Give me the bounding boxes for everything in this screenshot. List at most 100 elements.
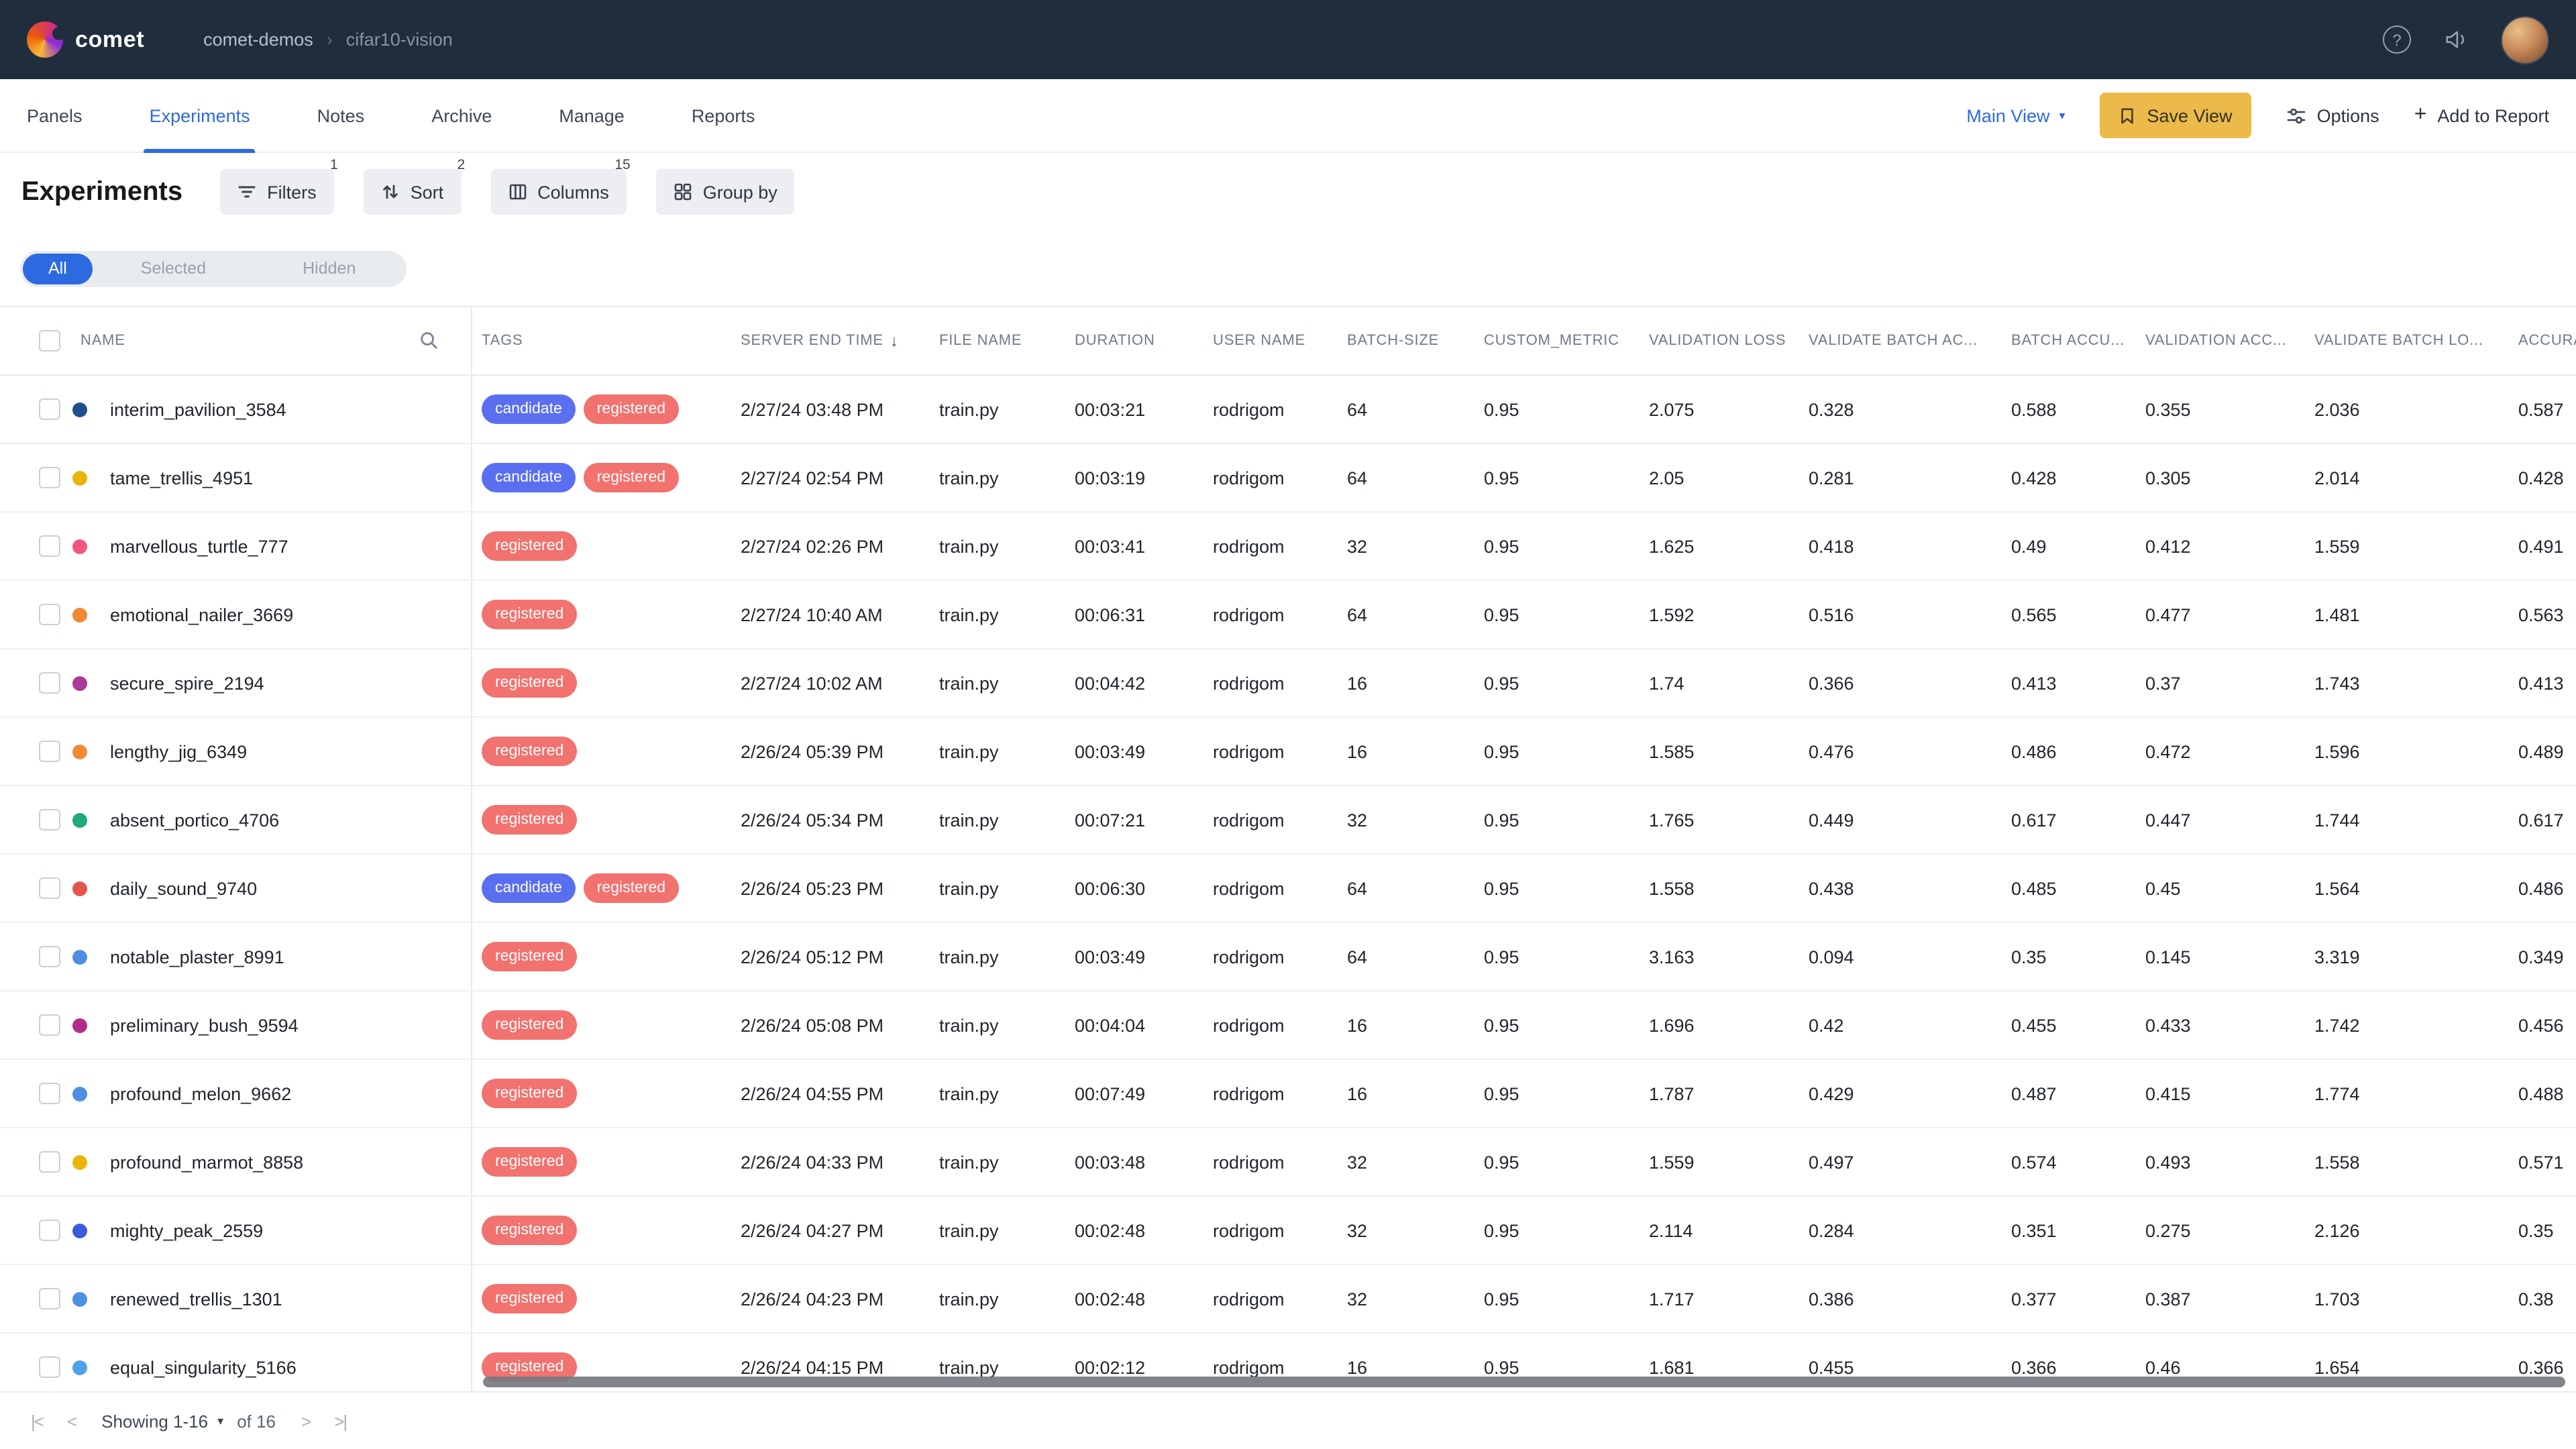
column-header-duration[interactable]: DURATION (1065, 307, 1203, 374)
tab-experiments[interactable]: Experiments (150, 78, 250, 152)
tab-archive[interactable]: Archive (431, 78, 492, 152)
tab-panels[interactable]: Panels (27, 78, 83, 152)
table-row[interactable]: lengthy_jig_6349 registered 2/26/24 05:3… (0, 718, 2576, 786)
experiment-name-link[interactable]: interim_pavilion_3584 (110, 399, 286, 419)
column-header-batch-accu[interactable]: BATCH ACCU... (2002, 307, 2136, 374)
search-icon[interactable] (419, 330, 439, 354)
column-header-batch-size[interactable]: BATCH-SIZE (1338, 307, 1474, 374)
tag-registered[interactable]: registered (482, 531, 577, 561)
column-header-file-name[interactable]: FILE NAME (930, 307, 1065, 374)
experiment-name-link[interactable]: mighty_peak_2559 (110, 1220, 263, 1240)
row-checkbox[interactable] (39, 877, 60, 899)
save-view-button[interactable]: Save View (2100, 93, 2251, 138)
row-checkbox[interactable] (39, 1220, 60, 1241)
experiment-name-link[interactable]: marvellous_turtle_777 (110, 536, 288, 556)
tag-registered[interactable]: registered (482, 668, 577, 698)
tag-registered[interactable]: registered (584, 463, 679, 492)
page-size-dropdown[interactable]: Showing 1-16 ▾ (101, 1411, 223, 1432)
tag-candidate[interactable]: candidate (482, 463, 576, 492)
tag-registered[interactable]: registered (482, 942, 577, 971)
table-row[interactable]: tame_trellis_4951 candidateregistered 2/… (0, 444, 2576, 513)
horizontal-scrollbar[interactable] (483, 1377, 2565, 1387)
select-all-checkbox[interactable] (39, 330, 60, 352)
table-row[interactable]: secure_spire_2194 registered 2/27/24 10:… (0, 649, 2576, 718)
tag-registered[interactable]: registered (482, 600, 577, 629)
experiment-name-link[interactable]: profound_marmot_8858 (110, 1152, 303, 1172)
experiment-name-link[interactable]: absent_portico_4706 (110, 810, 279, 830)
tag-registered[interactable]: registered (584, 873, 679, 903)
tag-registered[interactable]: registered (482, 737, 577, 766)
tab-notes[interactable]: Notes (317, 78, 365, 152)
table-row[interactable]: profound_marmot_8858 registered 2/26/24 … (0, 1128, 2576, 1197)
experiment-name-link[interactable]: lengthy_jig_6349 (110, 741, 247, 761)
row-checkbox[interactable] (39, 1356, 60, 1378)
tag-registered[interactable]: registered (482, 1284, 577, 1313)
tab-reports[interactable]: Reports (692, 78, 755, 152)
segment-all[interactable]: All (23, 253, 93, 284)
column-header-server-end-time[interactable]: SERVER END TIME ↓ (731, 307, 930, 374)
column-header-user-name[interactable]: USER NAME (1203, 307, 1338, 374)
row-checkbox[interactable] (39, 809, 60, 830)
table-row[interactable]: daily_sound_9740 candidateregistered 2/2… (0, 855, 2576, 923)
tag-registered[interactable]: registered (482, 1216, 577, 1245)
table-row[interactable]: marvellous_turtle_777 registered 2/27/24… (0, 513, 2576, 581)
table-row[interactable]: preliminary_bush_9594 registered 2/26/24… (0, 991, 2576, 1060)
experiment-name-link[interactable]: equal_singularity_5166 (110, 1357, 297, 1377)
experiment-name-link[interactable]: daily_sound_9740 (110, 878, 257, 898)
experiment-name-link[interactable]: tame_trellis_4951 (110, 468, 253, 488)
filters-button[interactable]: Filters 1 (220, 169, 334, 215)
tag-registered[interactable]: registered (584, 394, 679, 424)
row-checkbox[interactable] (39, 672, 60, 694)
columns-button[interactable]: Columns 15 (490, 169, 627, 215)
column-header-tags[interactable]: TAGS (472, 307, 731, 374)
tag-candidate[interactable]: candidate (482, 394, 576, 424)
row-checkbox[interactable] (39, 1151, 60, 1173)
breadcrumb-current[interactable]: cifar10-vision (346, 30, 453, 50)
breadcrumb-project[interactable]: comet-demos (203, 30, 313, 50)
tag-registered[interactable]: registered (482, 805, 577, 835)
user-avatar[interactable] (2501, 15, 2549, 64)
table-row[interactable]: renewed_trellis_1301 registered 2/26/24 … (0, 1265, 2576, 1334)
options-button[interactable]: Options (2286, 105, 2379, 125)
column-header-validation-acc[interactable]: VALIDATION ACC... (2136, 307, 2305, 374)
table-row[interactable]: notable_plaster_8991 registered 2/26/24 … (0, 923, 2576, 991)
announcements-icon[interactable] (2443, 28, 2469, 51)
experiment-name-link[interactable]: profound_melon_9662 (110, 1083, 291, 1104)
column-header-validation-loss[interactable]: VALIDATION LOSS (1640, 307, 1799, 374)
prev-page-button[interactable]: < (55, 1411, 88, 1432)
tag-registered[interactable]: registered (482, 1147, 577, 1177)
segment-selected[interactable]: Selected (93, 253, 254, 284)
row-checkbox[interactable] (39, 741, 60, 762)
tab-manage[interactable]: Manage (559, 78, 625, 152)
comet-logo[interactable]: comet (27, 21, 144, 58)
table-row[interactable]: interim_pavilion_3584 candidate registere… (0, 376, 2576, 444)
experiment-name-link[interactable]: emotional_nailer_3669 (110, 604, 293, 625)
tag-candidate[interactable]: candidate (482, 873, 576, 903)
row-checkbox[interactable] (39, 1014, 60, 1036)
table-row[interactable]: absent_portico_4706 registered 2/26/24 0… (0, 786, 2576, 855)
row-checkbox[interactable] (39, 467, 60, 488)
column-header-custom-metric[interactable]: CUSTOM_METRIC (1474, 307, 1640, 374)
table-row[interactable]: emotional_nailer_3669 registered 2/27/24… (0, 581, 2576, 649)
segment-hidden[interactable]: Hidden (254, 253, 404, 284)
column-header-accuracy[interactable]: ACCURA... (2509, 307, 2576, 374)
next-page-button[interactable]: > (289, 1411, 322, 1432)
main-view-dropdown[interactable]: Main View ▾ (1966, 105, 2065, 125)
add-to-report-button[interactable]: + Add to Report (2414, 105, 2549, 126)
column-header-validate-batch-lo[interactable]: VALIDATE BATCH LO... (2305, 307, 2509, 374)
help-icon[interactable]: ? (2383, 25, 2411, 54)
table-row[interactable]: mighty_peak_2559 registered 2/26/24 04:2… (0, 1197, 2576, 1265)
row-checkbox[interactable] (39, 604, 60, 625)
row-checkbox[interactable] (39, 398, 60, 420)
last-page-button[interactable]: >| (322, 1411, 358, 1432)
first-page-button[interactable]: |< (19, 1411, 55, 1432)
group-by-button[interactable]: Group by (656, 169, 795, 215)
sort-button[interactable]: Sort 2 (364, 169, 462, 215)
experiment-name-link[interactable]: secure_spire_2194 (110, 673, 264, 693)
tag-registered[interactable]: registered (482, 1079, 577, 1108)
row-checkbox[interactable] (39, 1083, 60, 1104)
row-checkbox[interactable] (39, 535, 60, 557)
table-row[interactable]: profound_melon_9662 registered 2/26/24 0… (0, 1060, 2576, 1128)
row-checkbox[interactable] (39, 946, 60, 967)
row-checkbox[interactable] (39, 1288, 60, 1309)
